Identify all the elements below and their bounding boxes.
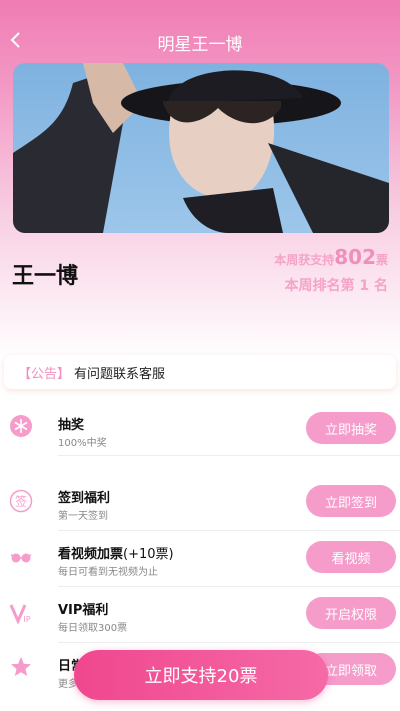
signin-button[interactable]: 立即签到 (306, 485, 396, 517)
notice-message: 有问题联系客服 (74, 366, 166, 382)
glasses-icon (9, 545, 33, 569)
page-title: 明星王一博 (157, 35, 243, 55)
sign-in-icon: 签 (9, 489, 33, 513)
vip-button[interactable]: 开启权限 (306, 597, 396, 629)
star-name: 王一博 (12, 264, 79, 289)
task-row-video: 看视频加票(+10票) 每日可看到无视频为止 看视频 (0, 531, 400, 587)
weekly-rank: 本周排名第 1 名 (284, 278, 389, 294)
star-photo (13, 63, 389, 233)
vote-summary: 本周获支持802票 本周排名第 1 名 (274, 244, 388, 295)
task-row-lottery: 抽奖 100%中奖 立即抽奖 (0, 400, 400, 456)
weekly-votes: 本周获支持802票 (274, 245, 388, 269)
watch-video-button[interactable]: 看视频 (306, 541, 396, 573)
vote-count: 802 (334, 245, 376, 269)
notice-tag: 【公告】 (18, 366, 71, 382)
task-row-signin: 签 签到福利 第一天签到 立即签到 (0, 475, 400, 531)
support-vote-button[interactable]: 立即支持20票 (74, 650, 328, 700)
divider (58, 455, 400, 456)
star-icon (9, 655, 33, 679)
svg-text:IP: IP (23, 615, 30, 624)
task-row-vip: IP VIP福利 每日领取300票 开启权限 (0, 587, 400, 643)
svg-text:签: 签 (15, 494, 27, 509)
vip-icon: IP (9, 601, 33, 625)
lottery-button[interactable]: 立即抽奖 (306, 412, 396, 444)
snowflake-icon (9, 414, 33, 438)
notice-bar[interactable]: 【公告】 有问题联系客服 (4, 355, 396, 389)
